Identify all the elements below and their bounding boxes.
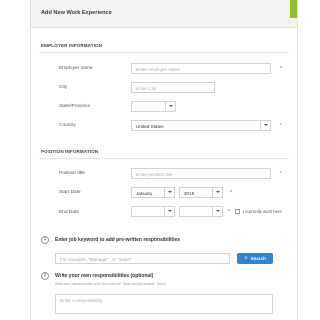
required-marker: * [280,123,282,129]
state-province-select[interactable] [131,101,176,112]
country-label: Country [59,123,76,128]
chevron-down-icon [165,102,175,111]
start-date-label: Start Date [59,190,81,195]
required-marker: * [280,66,282,72]
chevron-down-icon [212,188,222,197]
country-select[interactable]: United States [131,120,271,131]
step-number-1: 1 [41,236,49,244]
step-number-2: 2 [41,272,49,280]
add-work-experience-modal: Add New Work Experience EMPLOYER INFORMA… [30,0,298,320]
close-icon[interactable] [290,0,297,18]
start-month-value: January [136,190,153,196]
job-keyword-input[interactable]: For example, "Manager", or "Sales" [55,253,230,264]
start-year-select[interactable]: 2016 [179,187,223,198]
city-label: City [59,85,68,90]
country-value: United States [136,123,164,129]
end-year-select[interactable] [179,206,223,217]
step1-title: Enter job keyword to add pre-written res… [55,237,181,243]
currently-work-here-checkbox[interactable] [235,209,240,214]
chevron-down-icon [260,121,270,130]
search-button[interactable]: 🔍Search [237,253,273,264]
employer-name-input[interactable]: Enter employer name [131,63,271,74]
responsibility-textarea[interactable]: Enter a responsibility [55,294,273,314]
search-button-label: Search [250,256,266,261]
chevron-down-icon [164,188,174,197]
step2-hint: Write each individual bullet point, then… [55,282,167,286]
required-marker: * [228,209,230,215]
section-divider [39,158,289,159]
search-icon: 🔍 [244,256,250,261]
position-section-title: POSITION INFORMATION [41,149,99,154]
end-month-select[interactable] [131,206,175,217]
chevron-down-icon [212,207,222,216]
start-year-value: 2016 [184,190,195,196]
required-marker: * [280,171,282,177]
state-province-label: State/Province [59,104,91,109]
responsibility-placeholder: Enter a responsibility [60,297,103,303]
required-marker: * [230,190,232,196]
start-month-select[interactable]: January [131,187,175,198]
employer-name-label: Employer name [59,66,93,71]
step2-title: Write your own responsibilities (optiona… [55,273,154,279]
position-title-label: Position title [59,171,85,176]
end-date-label: End Date [59,210,80,215]
chevron-down-icon [164,207,174,216]
modal-header: Add New Work Experience [31,0,297,28]
section-divider [39,52,289,53]
employer-section-title: EMPLOYER INFORMATION [41,43,103,48]
position-title-placeholder: Enter position title [136,171,173,177]
currently-work-here-label: I currently work here [243,209,282,214]
position-title-input[interactable]: Enter position title [131,168,271,179]
employer-name-placeholder: Enter employer name [136,66,180,72]
city-input[interactable]: Enter City [131,82,215,93]
modal-title: Add New Work Experience [41,10,112,16]
city-placeholder: Enter City [136,85,157,91]
job-keyword-placeholder: For example, "Manager", or "Sales" [60,256,133,262]
